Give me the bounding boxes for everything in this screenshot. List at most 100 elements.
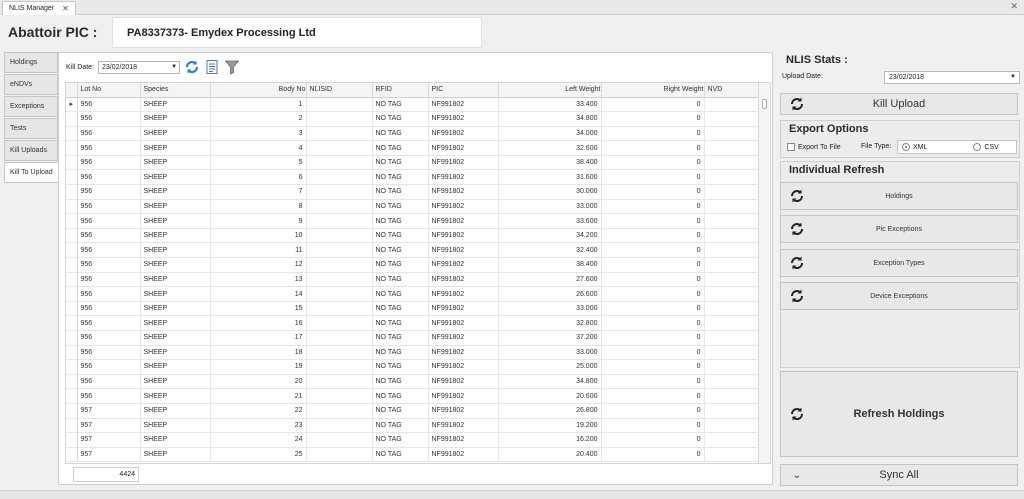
table-cell[interactable]: NF991802 — [428, 374, 499, 390]
refresh-device-exceptions-button[interactable]: Device Exceptions — [780, 282, 1018, 310]
table-cell[interactable]: 956 — [77, 169, 141, 186]
table-row[interactable]: 956 SHEEP 15 NO TAG NF991802 33.000 0 — [66, 301, 761, 317]
table-cell[interactable]: NO TAG — [372, 432, 429, 448]
table-row[interactable]: 956 SHEEP 9 NO TAG NF991802 33.600 0 — [66, 213, 761, 229]
chevron-down-icon[interactable]: ▼ — [171, 62, 177, 73]
table-cell[interactable]: 6 — [210, 169, 307, 186]
grid-vertical-scrollbar[interactable] — [758, 83, 770, 463]
table-cell[interactable] — [306, 213, 373, 229]
refresh-icon[interactable] — [184, 59, 200, 75]
table-cell[interactable]: 956 — [77, 286, 141, 302]
table-cell[interactable]: 0 — [601, 155, 705, 171]
upload-date-picker[interactable]: 23/02/2018 ▼ — [884, 71, 1020, 84]
table-cell[interactable] — [704, 301, 761, 317]
table-cell[interactable]: 956 — [77, 272, 141, 288]
table-cell[interactable]: SHEEP — [140, 184, 211, 200]
table-cell[interactable] — [704, 169, 761, 186]
table-cell[interactable]: 0 — [601, 301, 705, 317]
table-cell[interactable]: NF991802 — [428, 330, 499, 346]
checkbox-icon[interactable] — [787, 143, 795, 151]
table-cell[interactable]: SHEEP — [140, 301, 211, 317]
table-cell[interactable] — [704, 403, 761, 419]
report-icon[interactable] — [204, 59, 220, 75]
table-cell[interactable] — [306, 111, 373, 127]
table-cell[interactable]: 956 — [77, 345, 141, 361]
table-cell[interactable]: NO TAG — [372, 97, 429, 113]
table-cell[interactable]: 0 — [601, 213, 705, 229]
column-header-nlisid[interactable]: NLISID — [306, 83, 373, 98]
close-tab-icon[interactable]: ✕ — [62, 4, 69, 13]
table-cell[interactable]: SHEEP — [140, 228, 211, 244]
table-cell[interactable] — [306, 184, 373, 200]
table-row[interactable]: 956 SHEEP 6 NO TAG NF991802 31.600 0 — [66, 169, 761, 186]
table-cell[interactable]: 0 — [601, 272, 705, 288]
table-cell[interactable]: 20.400 — [498, 447, 602, 463]
table-cell[interactable]: SHEEP — [140, 374, 211, 390]
table-cell[interactable]: 957 — [77, 403, 141, 419]
table-cell[interactable]: NO TAG — [372, 228, 429, 244]
table-cell[interactable]: NF991802 — [428, 155, 499, 171]
table-cell[interactable] — [704, 330, 761, 346]
table-cell[interactable] — [306, 345, 373, 361]
table-cell[interactable]: SHEEP — [140, 140, 211, 156]
table-cell[interactable]: 0 — [601, 315, 705, 331]
table-cell[interactable]: 38.400 — [498, 257, 602, 273]
table-cell[interactable]: 956 — [77, 126, 141, 142]
nav-tab-tests[interactable]: Tests — [4, 118, 58, 139]
table-cell[interactable]: NO TAG — [372, 403, 429, 419]
table-cell[interactable]: NF991802 — [428, 199, 499, 215]
table-cell[interactable] — [704, 272, 761, 288]
table-row[interactable]: 956 SHEEP 21 NO TAG NF991802 20.600 0 — [66, 388, 761, 404]
table-cell[interactable] — [306, 140, 373, 156]
table-cell[interactable]: 956 — [77, 359, 141, 375]
table-row[interactable]: 956 SHEEP 17 NO TAG NF991802 37.200 0 — [66, 330, 761, 346]
table-cell[interactable]: 12 — [210, 257, 307, 273]
table-cell[interactable]: 956 — [77, 242, 141, 259]
filter-icon[interactable] — [224, 59, 240, 75]
table-cell[interactable] — [704, 199, 761, 215]
table-cell[interactable] — [306, 388, 373, 404]
table-cell[interactable]: 957 — [77, 447, 141, 463]
table-cell[interactable]: NO TAG — [372, 199, 429, 215]
table-cell[interactable]: 956 — [77, 97, 141, 113]
table-cell[interactable]: 19 — [210, 359, 307, 375]
table-cell[interactable]: SHEEP — [140, 126, 211, 142]
table-cell[interactable]: 34.000 — [498, 126, 602, 142]
table-cell[interactable]: 1 — [210, 97, 307, 113]
refresh-pic-exceptions-button[interactable]: Pic Exceptions — [780, 215, 1018, 243]
table-cell[interactable] — [306, 228, 373, 244]
table-cell[interactable] — [306, 330, 373, 346]
table-cell[interactable]: 0 — [601, 184, 705, 200]
table-cell[interactable] — [704, 418, 761, 434]
nav-tab-holdings[interactable]: Holdings — [4, 52, 58, 73]
table-cell[interactable]: 0 — [601, 111, 705, 127]
nav-tab-endvs[interactable]: eNDVs — [4, 74, 58, 95]
table-cell[interactable]: 2 — [210, 111, 307, 127]
table-cell[interactable]: 0 — [601, 97, 705, 113]
table-cell[interactable]: NO TAG — [372, 330, 429, 346]
table-cell[interactable]: 16 — [210, 315, 307, 331]
refresh-holdings-small-button[interactable]: Holdings — [780, 182, 1018, 210]
table-row[interactable]: 957 SHEEP 25 NO TAG NF991802 20.400 0 — [66, 447, 761, 463]
column-header-pic[interactable]: PIC — [428, 83, 499, 98]
table-cell[interactable]: SHEEP — [140, 155, 211, 171]
column-header-nvd[interactable]: NVD — [704, 83, 761, 98]
table-cell[interactable]: NO TAG — [372, 272, 429, 288]
table-cell[interactable]: NF991802 — [428, 315, 499, 331]
radio-csv[interactable] — [973, 143, 982, 151]
table-cell[interactable] — [704, 374, 761, 390]
table-cell[interactable]: 0 — [601, 286, 705, 302]
table-cell[interactable]: 34.800 — [498, 374, 602, 390]
table-cell[interactable]: 31.600 — [498, 169, 602, 186]
column-header-species[interactable]: Species — [140, 83, 211, 98]
refresh-exception-types-button[interactable]: Exception Types — [780, 249, 1018, 277]
table-cell[interactable]: NF991802 — [428, 111, 499, 127]
table-cell[interactable] — [704, 447, 761, 463]
table-cell[interactable]: 956 — [77, 388, 141, 404]
table-cell[interactable]: 11 — [210, 242, 307, 259]
table-cell[interactable]: SHEEP — [140, 447, 211, 463]
table-cell[interactable]: SHEEP — [140, 257, 211, 273]
table-cell[interactable]: 13 — [210, 272, 307, 288]
table-cell[interactable] — [306, 97, 373, 113]
table-row[interactable]: 956 SHEEP 13 NO TAG NF991802 27.600 0 — [66, 272, 761, 288]
